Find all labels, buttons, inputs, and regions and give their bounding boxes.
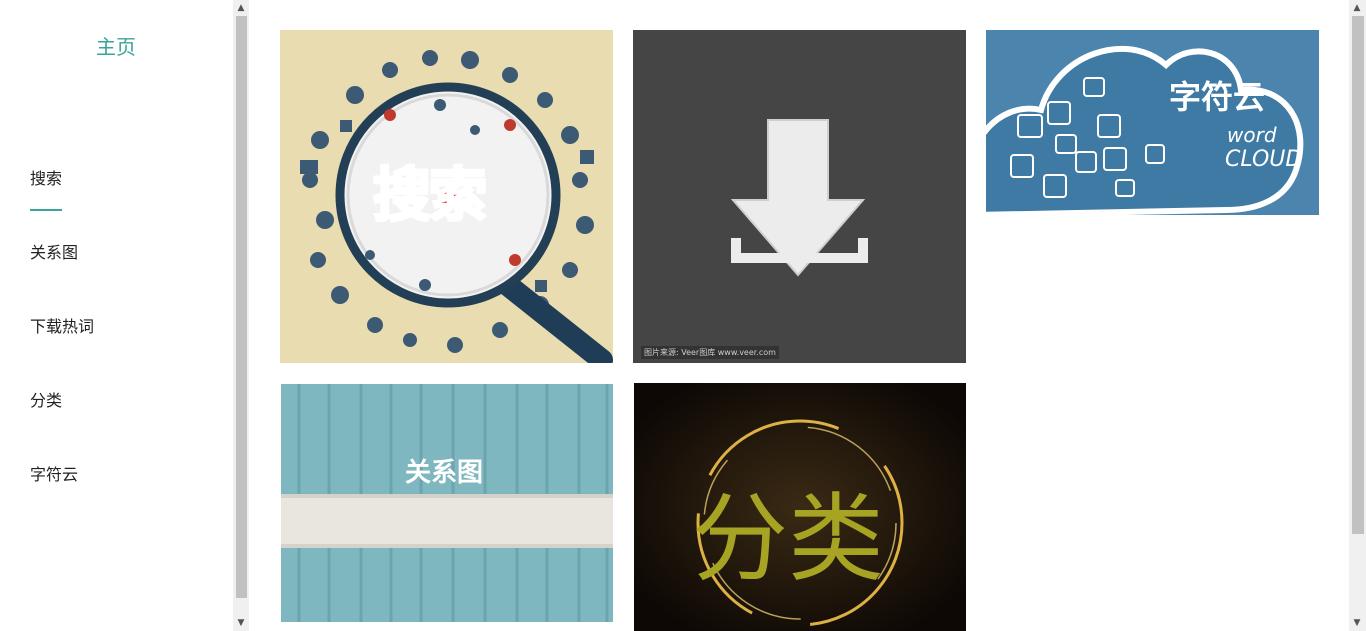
search-tile-text: 搜索	[371, 160, 488, 231]
home-link[interactable]: 主页	[0, 31, 232, 60]
sidebar-item-download-words[interactable]: 下载热词	[30, 313, 94, 337]
wordcloud-word: word	[1227, 123, 1277, 147]
relation-tile[interactable]: 关系图	[281, 384, 613, 622]
scroll-up-arrow-icon[interactable]: ▲	[233, 0, 249, 16]
page-scroll-up-arrow-icon[interactable]: ▲	[1349, 0, 1365, 16]
page-scroll-down-arrow-icon[interactable]: ▼	[1349, 615, 1365, 631]
sidebar-scroll-thumb[interactable]	[236, 16, 247, 598]
category-tile[interactable]: 分类	[634, 383, 966, 631]
category-tile-text: 分类	[692, 483, 884, 595]
search-tile[interactable]: 搜索	[280, 30, 613, 363]
sidebar-item-category[interactable]: 分类	[30, 387, 62, 411]
wordcloud-title: 字符云	[1169, 78, 1266, 116]
download-icon	[633, 30, 966, 363]
image-source-caption: 图片来源: Veer图库 www.veer.com	[641, 346, 779, 359]
relation-tile-text: 关系图	[405, 458, 484, 488]
download-tile[interactable]: 图片来源: Veer图库 www.veer.com	[633, 30, 966, 363]
active-indicator	[30, 209, 62, 211]
sidebar-scrollbar[interactable]: ▲ ▼	[233, 0, 249, 631]
wordcloud-cloud: CLOUD	[1225, 147, 1303, 172]
sidebar: 主页 搜索 关系图 下载热词 分类 字符云	[0, 0, 232, 631]
page-scrollbar[interactable]: ▲ ▼	[1349, 0, 1366, 631]
wood-planks-icon	[281, 384, 613, 622]
sidebar-item-relation[interactable]: 关系图	[30, 239, 78, 263]
page-scroll-thumb[interactable]	[1352, 16, 1364, 534]
sidebar-item-search[interactable]: 搜索	[30, 165, 62, 189]
scroll-down-arrow-icon[interactable]: ▼	[233, 615, 249, 631]
sidebar-item-wordcloud[interactable]: 字符云	[30, 461, 78, 485]
wordcloud-tile[interactable]: 字符云 word CLOUD	[986, 30, 1319, 215]
